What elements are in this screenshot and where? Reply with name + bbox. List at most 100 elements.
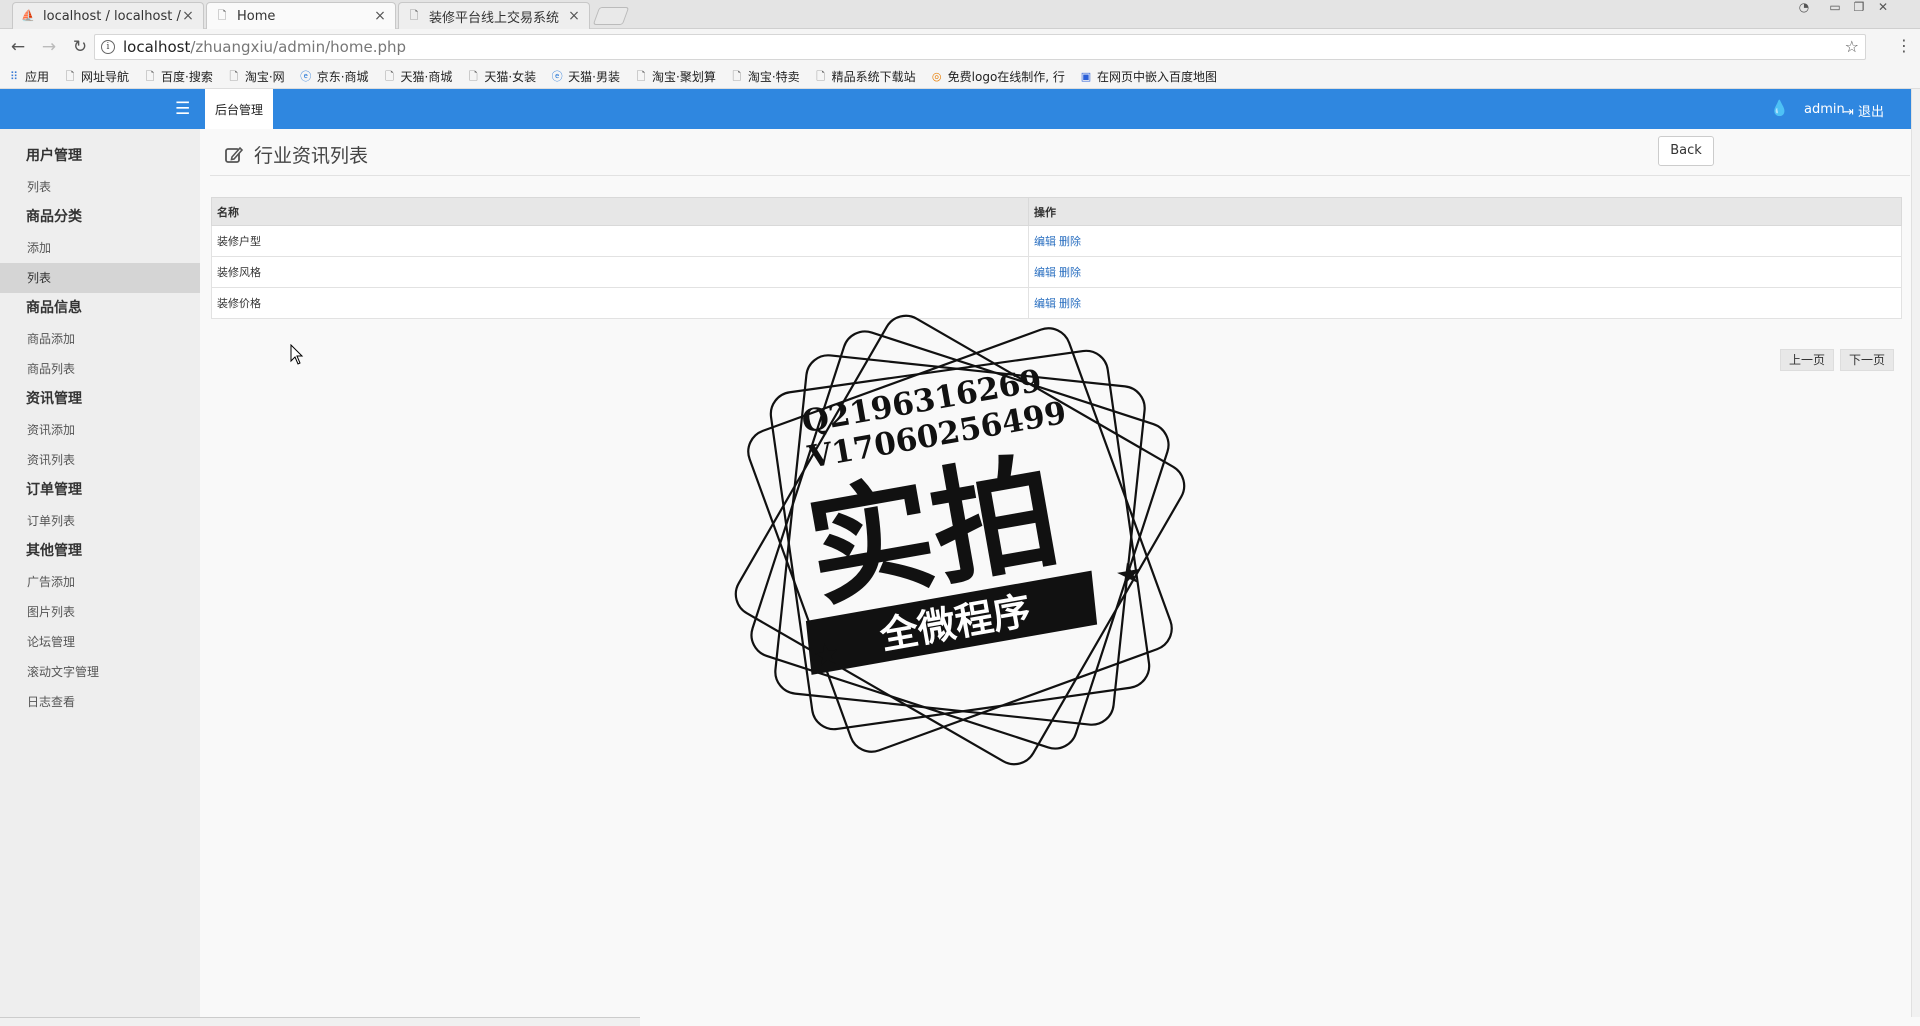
delete-link[interactable]: 删除 [1059, 266, 1081, 279]
sidebar-item-marquee[interactable]: 滚动文字管理 [0, 657, 200, 687]
tab-title: 装修平台线上交易系统 [429, 10, 560, 26]
page-title: 行业资讯列表 [224, 141, 368, 168]
row-actions: 编辑 删除 [1028, 225, 1902, 257]
forward-arrow-icon[interactable]: → [36, 37, 62, 57]
sidebar-item-user-list[interactable]: 列表 [0, 172, 200, 202]
bookmark-apps[interactable]: ⠿ 应用 [8, 68, 49, 85]
sidebar: 用户管理 列表 商品分类 添加 列表 商品信息 商品添加 商品列表 资讯管理 资… [0, 129, 200, 1026]
bookmark-item[interactable]: ▣ 在网页中嵌入百度地图 [1080, 68, 1217, 85]
ie-icon: ⓔ [551, 69, 563, 83]
new-tab-button[interactable] [592, 7, 630, 25]
bookmarks-bar: ⠿ 应用 🗋 网址导航 🗋 百度·搜索 🗋 淘宝·网 ⓔ 京东·商城 🗋 天猫·商城 🗋 天猫… [0, 65, 1920, 89]
url-host: localhost [123, 38, 191, 56]
sidebar-group-other[interactable]: 其他管理 [0, 536, 200, 567]
prev-page-button[interactable]: 上一页 [1780, 349, 1835, 371]
bookmark-item[interactable]: 🗋 精品系统下载站 [815, 68, 915, 85]
apps-grid-icon: ⠿ [9, 69, 19, 83]
baidu-icon: ▣ [1080, 69, 1092, 83]
bookmark-item[interactable]: 🗋 淘宝·特卖 [731, 68, 799, 85]
logo-site-icon: ◎ [931, 69, 942, 83]
sidebar-item-product-add[interactable]: 商品添加 [0, 324, 200, 354]
sidebar-item-forum[interactable]: 论坛管理 [0, 627, 200, 657]
edit-link[interactable]: 编辑 [1034, 235, 1056, 248]
sidebar-group-categories[interactable]: 商品分类 [0, 202, 200, 233]
bookmark-item[interactable]: 🗋 天猫·女装 [467, 68, 536, 85]
bookmark-item[interactable]: ⓔ 天猫·男装 [551, 68, 620, 85]
page-icon: 🗋 [409, 9, 419, 22]
edit-icon [225, 146, 244, 163]
admin-user[interactable]: admin [1804, 102, 1845, 117]
page-icon: 🗋 [636, 69, 646, 83]
restore-icon[interactable]: ❐ [1848, 0, 1870, 18]
url-path: /zhuangxiu/admin/home.php [190, 38, 407, 56]
close-icon[interactable]: × [181, 8, 195, 24]
browser-tab-bar: ⛵ localhost / localhost / 2 × 🗋 Home × 🗋… [0, 0, 1920, 29]
close-window-icon[interactable]: ✕ [1872, 0, 1894, 18]
menu-toggle-icon[interactable]: ☰ [175, 99, 190, 119]
close-icon[interactable]: × [373, 8, 387, 24]
page-icon: 🗋 [385, 69, 394, 83]
page-icon: 🗋 [732, 69, 742, 83]
bookmark-item[interactable]: 🗋 网址导航 [64, 68, 129, 85]
table-row: 装修风格 编辑 删除 [211, 256, 1902, 288]
browser-tab-site[interactable]: 🗋 装修平台线上交易系统 × [398, 2, 590, 29]
sidebar-group-orders[interactable]: 订单管理 [0, 475, 200, 506]
status-bar [0, 1017, 640, 1026]
page-title-text: 行业资讯列表 [254, 145, 369, 167]
browser-tab-home[interactable]: 🗋 Home × [206, 2, 396, 29]
browser-tab-phpmyadmin[interactable]: ⛵ localhost / localhost / 2 × [12, 2, 204, 29]
tab-title: localhost / localhost / 2 [43, 8, 181, 24]
next-page-button[interactable]: 下一页 [1840, 349, 1895, 371]
sidebar-item-news-list[interactable]: 资讯列表 [0, 445, 200, 475]
tab-title: Home [237, 8, 276, 24]
bookmark-item[interactable]: ◎ 免费logo在线制作, 行 [931, 68, 1065, 85]
mouse-cursor-icon [290, 344, 304, 365]
sidebar-group-users[interactable]: 用户管理 [0, 141, 200, 172]
bookmark-item[interactable]: ⓔ 京东·商城 [300, 68, 368, 85]
bookmark-star-icon[interactable]: ☆ [1845, 37, 1859, 56]
table-row: 装修户型 编辑 删除 [211, 225, 1902, 257]
bookmark-item[interactable]: 🗋 淘宝·网 [228, 68, 284, 85]
logout-icon: ⇥ [1843, 105, 1854, 120]
close-icon[interactable]: × [567, 8, 581, 24]
sidebar-group-news[interactable]: 资讯管理 [0, 384, 200, 415]
page-icon: 🗋 [816, 69, 826, 83]
sidebar-item-order-list[interactable]: 订单列表 [0, 506, 200, 536]
edit-link[interactable]: 编辑 [1034, 266, 1056, 279]
table-header-row: 名称 操作 [211, 197, 1902, 226]
page-icon: 🗋 [468, 69, 478, 83]
back-button[interactable]: Back [1658, 136, 1714, 166]
watermark-stamp: Q2196316269 V17060256499 实拍 全微程序 ★ ★ [734, 314, 1186, 766]
browser-menu-icon[interactable]: ⋮ [1896, 36, 1912, 55]
column-header-name: 名称 [211, 197, 1029, 226]
page-scrollbar[interactable] [1911, 89, 1920, 1017]
ie-icon: ⓔ [300, 69, 312, 83]
profile-icon[interactable]: ◔ [1793, 0, 1815, 18]
sidebar-item-ad-add[interactable]: 广告添加 [0, 567, 200, 597]
sidebar-item-product-list[interactable]: 商品列表 [0, 354, 200, 384]
row-actions: 编辑 删除 [1028, 256, 1902, 288]
tab-admin[interactable]: 后台管理 [205, 89, 274, 129]
sidebar-item-news-add[interactable]: 资讯添加 [0, 415, 200, 445]
row-name: 装修户型 [211, 225, 1029, 257]
bookmark-item[interactable]: 🗋 天猫·商城 [384, 68, 452, 85]
star-icon: ★ [1113, 555, 1146, 594]
minimize-icon[interactable]: ▭ [1824, 0, 1846, 18]
bookmark-item[interactable]: 🗋 淘宝·聚划算 [635, 68, 716, 85]
theme-drop-icon[interactable]: 💧 [1770, 99, 1789, 117]
bookmark-item[interactable]: 🗋 百度·搜索 [144, 68, 213, 85]
sidebar-group-products[interactable]: 商品信息 [0, 293, 200, 324]
delete-link[interactable]: 删除 [1059, 235, 1081, 248]
reload-icon[interactable]: ↻ [67, 37, 93, 57]
address-bar[interactable]: i localhost/zhuangxiu/admin/home.php ☆ [94, 34, 1866, 60]
row-name: 装修风格 [211, 256, 1029, 288]
info-icon[interactable]: i [101, 40, 115, 54]
app-header: ☰ 后台管理 💧 admin ⇥ 退出 [0, 89, 1920, 129]
sidebar-item-category-list[interactable]: 列表 [0, 263, 200, 293]
sidebar-item-image-list[interactable]: 图片列表 [0, 597, 200, 627]
sidebar-item-category-add[interactable]: 添加 [0, 233, 200, 263]
page-icon: 🗋 [217, 9, 227, 22]
logout-link[interactable]: ⇥ 退出 [1843, 101, 1884, 120]
back-arrow-icon[interactable]: ← [5, 37, 31, 57]
sidebar-item-logs[interactable]: 日志查看 [0, 687, 200, 717]
